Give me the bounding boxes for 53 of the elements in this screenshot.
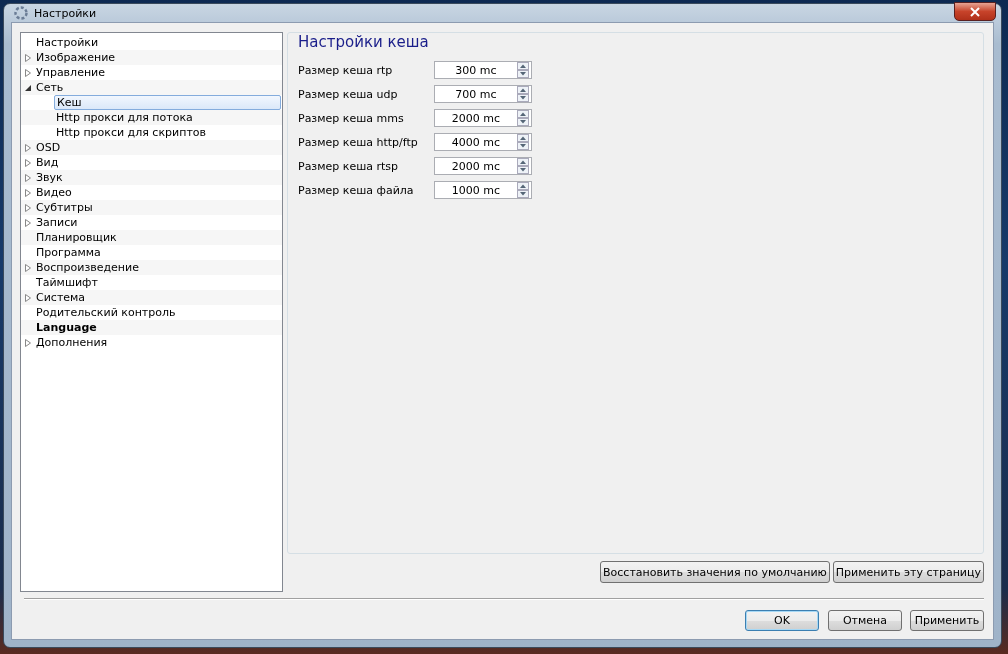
expand-arrow-icon[interactable]	[24, 203, 32, 212]
expand-arrow-icon[interactable]	[24, 158, 32, 167]
spin-arrows-icon[interactable]	[517, 86, 529, 102]
field-label: Размер кеша udp	[298, 87, 399, 101]
expand-arrow-icon[interactable]	[24, 143, 32, 152]
collapse-arrow-icon[interactable]	[24, 83, 32, 92]
tree-item[interactable]: Http прокси для скриптов	[54, 125, 208, 140]
close-icon	[970, 6, 980, 17]
apply-page-button[interactable]: Применить эту страницу	[832, 561, 984, 583]
expand-arrow-icon[interactable]	[24, 53, 32, 62]
dialog-button[interactable]: OK	[745, 610, 819, 631]
tree-item[interactable]: Родительский контроль	[34, 305, 178, 320]
expand-arrow-icon[interactable]	[24, 173, 32, 182]
field-label: Размер кеша rtsp	[298, 159, 400, 173]
tree-item[interactable]: Записи	[34, 215, 80, 230]
tree-item[interactable]: Настройки	[34, 35, 101, 50]
expand-arrow-icon[interactable]	[24, 188, 32, 197]
expand-arrow-icon[interactable]	[24, 293, 32, 302]
restore-defaults-button[interactable]: Восстановить значения по умолчанию	[600, 561, 830, 583]
tree-item[interactable]: Вид	[34, 155, 61, 170]
tree-item[interactable]: Таймшифт	[34, 275, 100, 290]
tree-item[interactable]: Управление	[34, 65, 107, 80]
expand-arrow-icon[interactable]	[24, 338, 32, 347]
tree-item[interactable]: Кеш	[54, 95, 281, 110]
close-button[interactable]	[954, 2, 996, 21]
tree-item[interactable]: Видео	[34, 185, 74, 200]
tree-item[interactable]: Дополнения	[34, 335, 110, 350]
expand-arrow-icon[interactable]	[24, 263, 32, 272]
spin-arrows-icon[interactable]	[517, 182, 529, 198]
gear-icon	[13, 5, 29, 21]
dialog-button[interactable]: Отмена	[828, 610, 902, 631]
spin-arrows-icon[interactable]	[517, 110, 529, 126]
spin-box[interactable]: 1000 mc	[434, 181, 532, 199]
field-label: Размер кеша mms	[298, 111, 405, 125]
tree-item[interactable]: Программа	[34, 245, 103, 260]
tree-item[interactable]: Звук	[34, 170, 65, 185]
spin-arrows-icon[interactable]	[517, 158, 529, 174]
spin-box[interactable]: 700 mc	[434, 85, 532, 103]
tree-item[interactable]: Сеть	[34, 80, 66, 95]
field-label: Размер кеша файла	[298, 183, 415, 197]
spin-arrows-icon[interactable]	[517, 62, 529, 78]
dialog-button[interactable]: Применить	[910, 610, 984, 631]
spin-box[interactable]: 4000 mc	[434, 133, 532, 151]
spin-box[interactable]: 2000 mc	[434, 109, 532, 127]
window-title: Настройки	[34, 6, 97, 20]
expand-arrow-icon[interactable]	[24, 218, 32, 227]
tree-item[interactable]: OSD	[34, 140, 63, 155]
expand-arrow-icon[interactable]	[24, 68, 32, 77]
field-label: Размер кеша http/ftp	[298, 135, 419, 149]
spin-box[interactable]: 2000 mc	[434, 157, 532, 175]
spin-box[interactable]: 300 mc	[434, 61, 532, 79]
spin-arrows-icon[interactable]	[517, 134, 529, 150]
field-label: Размер кеша rtp	[298, 63, 394, 77]
